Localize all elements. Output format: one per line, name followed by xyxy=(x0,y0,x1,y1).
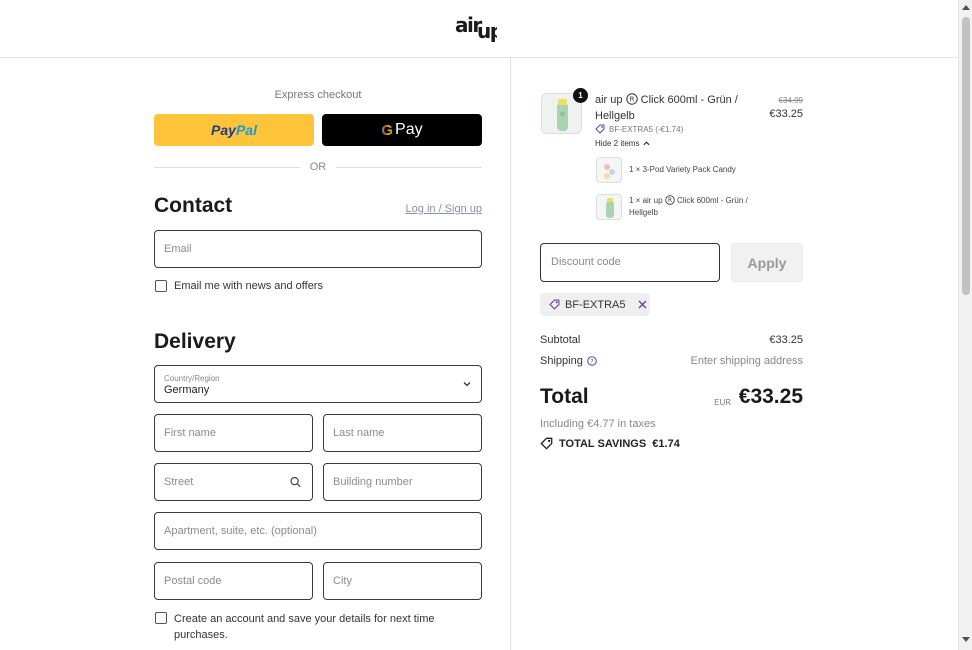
last-name-placeholder: Last name xyxy=(333,427,385,439)
login-signup-link[interactable]: Log in / Sign up xyxy=(382,203,482,215)
product-name-part1: air up xyxy=(595,94,623,106)
sub-item-text: 1 × 3-Pod Variety Pack Candy xyxy=(629,165,736,174)
total-savings: TOTAL SAVINGS €1.74 xyxy=(540,437,680,450)
bottle-image-icon xyxy=(606,198,614,218)
brand-logo[interactable]: air up xyxy=(455,12,505,48)
google-g-icon: G xyxy=(381,121,394,139)
sub-item-text-part2: Click 600ml - Grün / xyxy=(677,196,748,205)
tag-icon xyxy=(549,299,560,310)
country-label: Country/Region xyxy=(164,374,220,383)
product-price: €33.25 xyxy=(769,108,803,120)
express-checkout-label: Express checkout xyxy=(274,89,362,101)
contact-heading: Contact xyxy=(154,194,233,217)
paypal-text-part2: Pal xyxy=(235,122,257,138)
google-pay-label: Pay xyxy=(395,121,423,138)
checkout-page: air up Express checkout Pay Pal G Pay OR … xyxy=(0,0,972,650)
sub-item-text-part3: Hellgelb xyxy=(629,208,658,217)
divider-line xyxy=(154,166,300,168)
help-icon[interactable]: ? xyxy=(587,356,597,366)
total-label: Total xyxy=(540,385,589,408)
street-placeholder: Street xyxy=(164,476,194,488)
postal-code-field[interactable]: Postal code xyxy=(154,562,313,600)
country-value: Germany xyxy=(164,384,210,396)
scroll-down-arrow-icon[interactable] xyxy=(962,637,970,642)
email-field[interactable]: Email xyxy=(154,230,482,268)
svg-text:R: R xyxy=(668,198,672,204)
scrollbar-thumb[interactable] xyxy=(962,17,970,295)
postal-code-placeholder: Postal code xyxy=(164,575,222,587)
chevron-down-icon xyxy=(463,382,471,387)
remove-discount-icon[interactable] xyxy=(638,300,647,309)
building-number-field[interactable]: Building number xyxy=(323,463,482,501)
pod-pack-image-icon xyxy=(604,164,615,179)
page-scrollbar[interactable] xyxy=(958,0,972,650)
apply-discount-button[interactable]: Apply xyxy=(731,243,803,282)
google-pay-button[interactable]: G Pay xyxy=(322,114,482,146)
city-field[interactable]: City xyxy=(323,562,482,600)
tag-icon xyxy=(540,437,553,450)
apartment-field[interactable]: Apartment, suite, etc. (optional) xyxy=(154,512,482,550)
product-discount-text: BF-EXTRA5 (-€1.74) xyxy=(609,124,684,134)
or-divider: OR xyxy=(154,160,482,174)
quantity-badge: 1 xyxy=(573,88,588,103)
search-icon xyxy=(290,476,301,488)
tax-line: Including €4.77 in taxes xyxy=(540,418,656,430)
subtotal-label: Subtotal xyxy=(540,334,581,346)
registered-mark-icon: R xyxy=(625,93,638,105)
order-summary-column: 1 air up R Click 600ml - Grün / Hellgelb… xyxy=(512,58,958,650)
create-account-label: Create an account and save your details … xyxy=(174,611,474,643)
chevron-up-icon xyxy=(643,141,650,146)
applied-discount-chip: BF-EXTRA5 xyxy=(540,293,650,316)
svg-text:R: R xyxy=(629,96,634,104)
checkout-form-column: Express checkout Pay Pal G Pay OR Contact… xyxy=(0,58,511,650)
scroll-up-arrow-icon[interactable] xyxy=(962,5,970,10)
hide-items-toggle[interactable]: Hide 2 items xyxy=(595,139,650,148)
newsletter-label: Email me with news and offers xyxy=(174,280,323,292)
country-select[interactable]: Country/Region Germany xyxy=(154,365,482,403)
newsletter-checkbox[interactable] xyxy=(155,280,167,292)
or-text: OR xyxy=(309,161,327,173)
subtotal-value: €33.25 xyxy=(769,334,803,346)
divider-line xyxy=(336,166,482,168)
shipping-label-row: Shipping ? xyxy=(540,355,597,367)
svg-text:?: ? xyxy=(590,358,593,366)
last-name-field[interactable]: Last name xyxy=(323,414,482,452)
first-name-placeholder: First name xyxy=(164,427,216,439)
apartment-placeholder: Apartment, suite, etc. (optional) xyxy=(164,525,317,537)
delivery-heading: Delivery xyxy=(154,330,236,353)
street-field[interactable]: Street xyxy=(154,463,313,501)
product-name-part3: Hellgelb xyxy=(595,110,635,122)
sub-item-image xyxy=(596,194,622,220)
sub-item-image xyxy=(596,157,622,183)
create-account-line1: Create an account and save your details … xyxy=(174,613,435,625)
sub-item-text: 1 × air up R Click 600ml - Grün / Hellge… xyxy=(629,195,769,219)
building-number-placeholder: Building number xyxy=(333,476,413,488)
paypal-text-part1: Pay xyxy=(211,122,236,138)
city-placeholder: City xyxy=(333,575,352,587)
first-name-field[interactable]: First name xyxy=(154,414,313,452)
currency-code: EUR xyxy=(714,398,731,407)
product-name-part2: Click 600ml - Grün / xyxy=(640,94,738,106)
discount-code-placeholder: Discount code xyxy=(551,256,621,268)
svg-text:up: up xyxy=(477,19,497,42)
sub-item-text-part1: 1 × air up xyxy=(629,196,663,205)
discount-code-field[interactable]: Discount code xyxy=(540,243,720,282)
product-name: air up R Click 600ml - Grün / Hellgelb xyxy=(595,92,755,124)
applied-discount-code: BF-EXTRA5 xyxy=(565,298,626,311)
product-discount-line: BF-EXTRA5 (-€1.74) xyxy=(595,124,683,134)
registered-mark-icon: R xyxy=(665,195,675,205)
shipping-value: Enter shipping address xyxy=(690,355,803,367)
tag-icon xyxy=(595,124,605,134)
hide-items-label: Hide 2 items xyxy=(595,139,640,148)
total-value: €33.25 xyxy=(738,385,803,408)
header: air up xyxy=(0,0,958,58)
create-account-line2: purchases. xyxy=(174,629,228,641)
total-savings-text: TOTAL SAVINGS €1.74 xyxy=(559,437,680,450)
create-account-checkbox[interactable] xyxy=(155,612,167,624)
product-original-price: €34.99 xyxy=(778,96,803,105)
email-placeholder: Email xyxy=(164,243,192,255)
shipping-label: Shipping xyxy=(540,355,583,367)
paypal-button[interactable]: Pay Pal xyxy=(154,114,314,146)
air-up-logo-icon: air up xyxy=(455,13,505,43)
